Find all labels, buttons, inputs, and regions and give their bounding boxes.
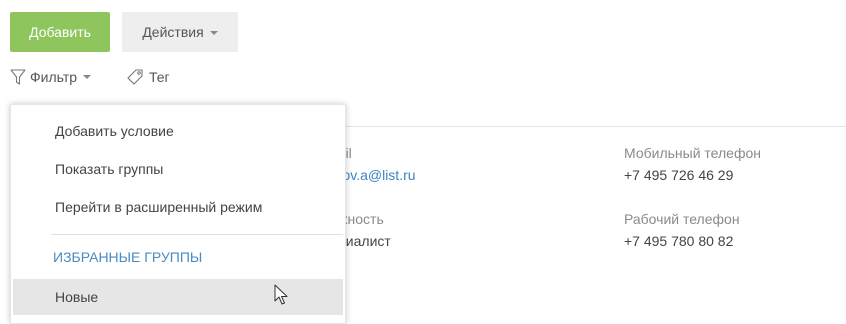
- mobile-phone-field: Мобильный телефон +7 495 726 46 29: [624, 144, 761, 184]
- menu-item-group-new[interactable]: Новые: [13, 279, 343, 315]
- mobile-phone-label: Мобильный телефон: [624, 145, 761, 161]
- menu-divider: [51, 234, 343, 235]
- funnel-icon: [10, 69, 26, 85]
- section-divider: [330, 126, 846, 127]
- tag-button[interactable]: Тег: [125, 66, 170, 88]
- actions-dropdown-button[interactable]: Действия: [122, 12, 238, 52]
- tag-icon: [127, 69, 143, 85]
- menu-item-show-groups[interactable]: Показать группы: [13, 151, 343, 187]
- menu-item-add-condition[interactable]: Добавить условие: [13, 113, 343, 149]
- caret-down-icon: [209, 31, 218, 36]
- mobile-phone-value: +7 495 726 46 29: [624, 167, 734, 183]
- filter-label: Фильтр: [30, 69, 78, 85]
- menu-item-advanced-mode[interactable]: Перейти в расширенный режим: [13, 189, 343, 225]
- actions-button-label: Действия: [142, 24, 204, 40]
- favorite-groups-header: ИЗБРАННЫЕ ГРУППЫ: [53, 249, 203, 265]
- add-button[interactable]: Добавить: [10, 12, 110, 52]
- work-phone-value: +7 495 780 80 82: [624, 233, 734, 249]
- mouse-pointer-icon: [274, 284, 288, 305]
- work-phone-field: Рабочий телефон +7 495 780 80 82: [624, 210, 740, 250]
- caret-down-icon: [83, 75, 92, 79]
- work-phone-label: Рабочий телефон: [624, 211, 740, 227]
- filter-button[interactable]: Фильтр: [10, 66, 92, 88]
- tag-label: Тег: [149, 69, 170, 85]
- filter-dropdown-menu: Добавить условие Показать группы Перейти…: [10, 104, 346, 324]
